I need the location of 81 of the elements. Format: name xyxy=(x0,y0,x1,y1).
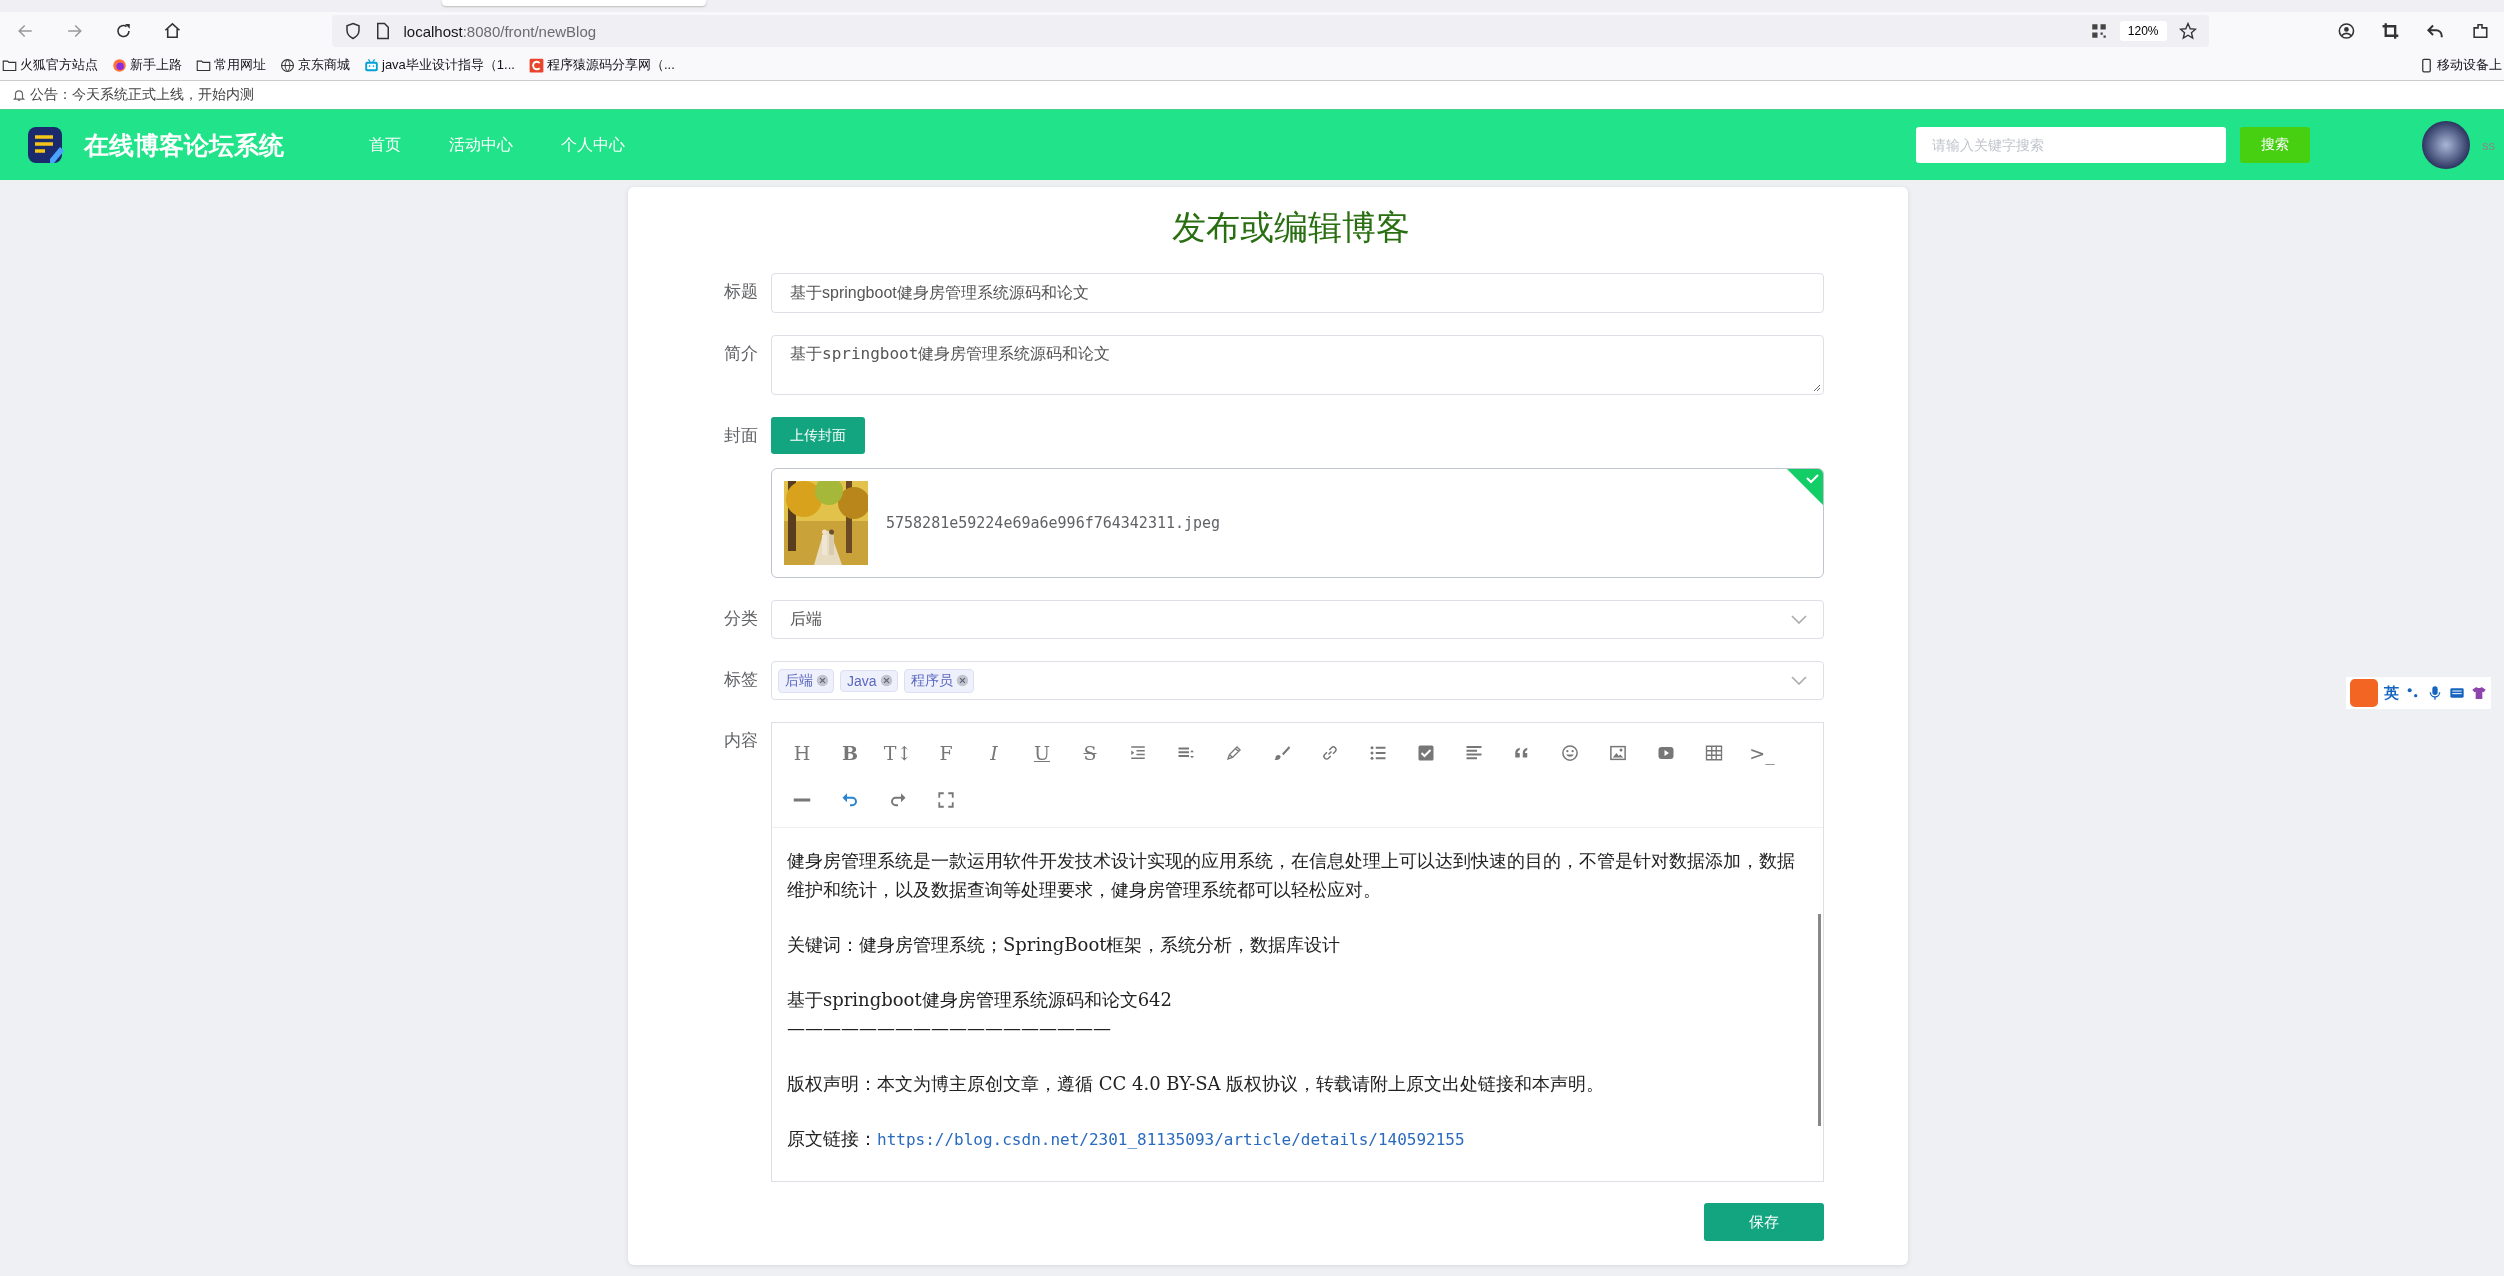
toolbar-button[interactable]: F xyxy=(922,729,970,776)
qr-code-icon[interactable] xyxy=(2089,22,2108,40)
avatar[interactable] xyxy=(2422,121,2470,169)
microphone-icon[interactable] xyxy=(2427,685,2443,701)
phone-icon xyxy=(2419,57,2434,73)
bookmark[interactable]: java毕业设计指导（1... xyxy=(364,56,515,74)
link-icon[interactable] xyxy=(1321,743,1339,762)
toolbar-button[interactable]: H xyxy=(778,729,826,776)
chevron-down-icon xyxy=(1791,615,1807,624)
tv-icon xyxy=(364,57,379,73)
home-icon[interactable] xyxy=(162,21,182,41)
link[interactable]: https://blog.csdn.net/2301_81135093/article/details/140592155 xyxy=(877,1130,1465,1149)
smiley-icon[interactable] xyxy=(1561,743,1579,762)
bookmark[interactable]: 程序猿源码分享网（... xyxy=(528,56,675,74)
upload-button[interactable]: 上传封面 xyxy=(771,417,865,454)
toolbar-button[interactable]: I xyxy=(970,729,1018,776)
title-field[interactable]: 基于springboot健身房管理系统源码和论文 xyxy=(771,273,1824,313)
tag-label: 后端 xyxy=(785,671,813,690)
file-name: 5758281e59224e69a6e996f764342311.jpeg xyxy=(886,514,1221,532)
input-method-logo-icon xyxy=(2350,679,2378,707)
toolbar-button[interactable]: >_ xyxy=(1738,729,1786,776)
fullscreen-icon[interactable] xyxy=(937,790,955,809)
page-heading: 发布或编辑博客 xyxy=(1171,206,1411,249)
save-button[interactable]: 保存 xyxy=(1704,1203,1824,1241)
field-label: 标题 xyxy=(723,281,759,303)
account-icon[interactable] xyxy=(2336,21,2356,41)
paragraph: 健身房管理系统是一款运用软件开发技术设计实现的应用系统，在信息处理上可以达到快速的目的，不管是针对数据添加，数据维护和统计，以及数据查询等处理要求，健身房管理系统都可以轻松应对。 xyxy=(787,849,1795,902)
intro-field[interactable]: 基于springboot健身房管理系统源码和论文 xyxy=(771,335,1824,395)
keyboard-icon[interactable] xyxy=(2449,685,2465,701)
paragraph: —————————————————— xyxy=(787,1017,1112,1041)
field-label: 分类 xyxy=(723,608,759,630)
search-field[interactable]: 请输入关键字搜索 xyxy=(1916,127,2226,163)
folder-icon xyxy=(2,57,17,73)
chevron-down-icon xyxy=(1791,676,1807,685)
address-bar[interactable]: localhost:8080/front/newBlog 120% xyxy=(331,15,2209,47)
crop-icon[interactable] xyxy=(2381,21,2401,41)
site-logo-icon xyxy=(528,57,544,73)
paragraph-icon[interactable] xyxy=(1465,743,1483,762)
scrollbar[interactable] xyxy=(1818,914,1821,1126)
shirt-icon[interactable] xyxy=(2471,685,2487,701)
resize-handle-icon[interactable] xyxy=(1811,382,1821,392)
extensions-icon[interactable] xyxy=(2471,21,2491,41)
logo-icon xyxy=(26,125,66,165)
field-label: 标签 xyxy=(723,669,759,691)
paragraph: 原文链接：https://blog.csdn.net/2301_81135093/article/details/140592155 xyxy=(787,1127,1466,1151)
paragraph: 版权声明：本文为博主原创文章，遵循 CC 4.0 BY-SA 版权协议，转载请附上原文出处链接和本声明。 xyxy=(787,1072,1606,1096)
toolbar-button[interactable]: T↕ xyxy=(874,729,922,776)
paragraph: 基于springboot健身房管理系统源码和论文642 xyxy=(787,988,1174,1012)
toolbar-button[interactable]: S xyxy=(1066,729,1114,776)
notice-text: 公告：今天系统正式上线，开始内测 xyxy=(30,86,254,104)
table-icon[interactable] xyxy=(1705,743,1723,762)
remove-tag-icon[interactable] xyxy=(816,674,829,687)
checkbox-icon[interactable] xyxy=(1417,743,1435,762)
bullet-list-icon[interactable] xyxy=(1369,743,1387,762)
field-label: 内容 xyxy=(723,730,759,752)
bookmark[interactable]: 火狐官方站点 xyxy=(2,56,98,74)
bookmark[interactable]: 移动设备上 xyxy=(2419,56,2502,74)
bookmark[interactable]: 常用网址 xyxy=(196,56,266,74)
globe-icon xyxy=(280,57,295,73)
remove-tag-icon[interactable] xyxy=(955,674,969,687)
indent-icon[interactable] xyxy=(1129,743,1147,762)
tag-label: Java xyxy=(847,672,877,689)
toolbar-button[interactable]: U xyxy=(1018,729,1066,776)
folder-icon xyxy=(196,57,211,73)
category-select[interactable]: 后端 xyxy=(771,600,1824,639)
paragraph: 关键词：健身房管理系统；SpringBoot框架，系统分析，数据库设计 xyxy=(787,933,1342,957)
bell-icon xyxy=(12,88,26,102)
image-icon[interactable] xyxy=(1609,743,1627,762)
remove-tag-icon[interactable] xyxy=(879,674,893,687)
input-mode[interactable]: 英 xyxy=(2384,683,2399,703)
toolbar-button[interactable]: B xyxy=(826,729,874,776)
shield-icon[interactable] xyxy=(343,22,362,40)
bookmark[interactable]: 京东商城 xyxy=(280,56,350,74)
bookmark[interactable]: 新手上路 xyxy=(112,56,182,74)
field-label: 封面 xyxy=(723,425,759,447)
zoom-level[interactable]: 120% xyxy=(2119,21,2167,41)
browser-logo-icon xyxy=(112,57,127,73)
field-label: 简介 xyxy=(723,343,759,365)
star-icon[interactable] xyxy=(2178,22,2197,40)
tag-label: 程序员 xyxy=(910,671,953,690)
tags-select[interactable]: 后端 Java 程序员 xyxy=(771,661,1824,700)
